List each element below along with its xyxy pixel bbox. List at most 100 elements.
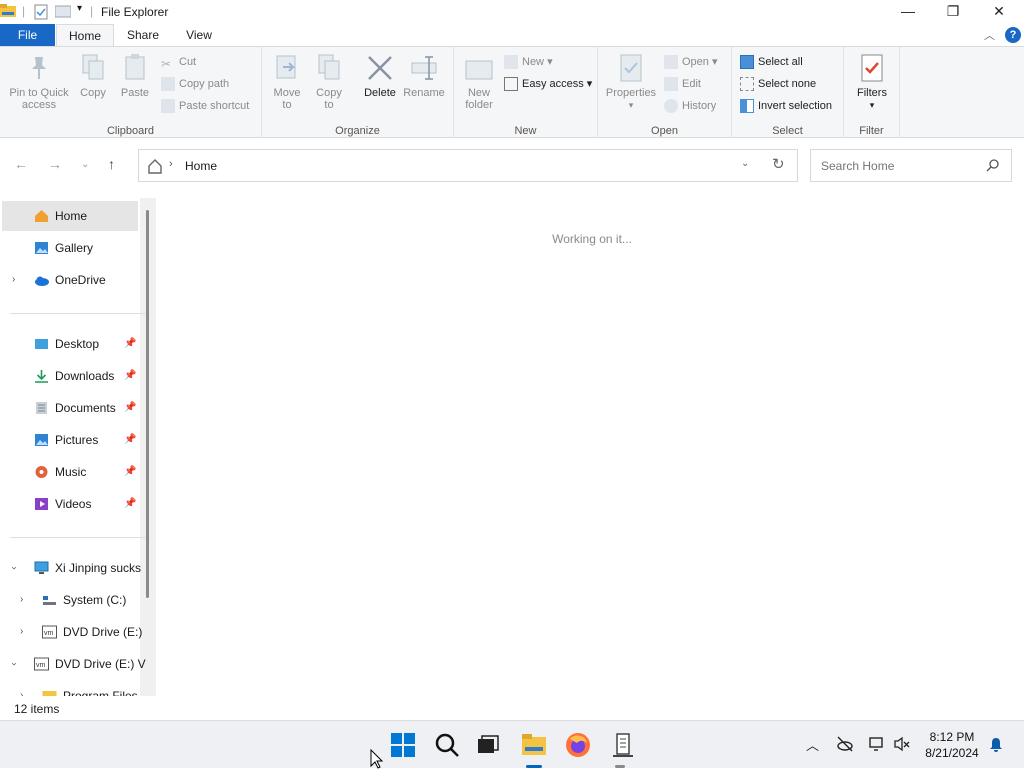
sidebar-item-desktop[interactable]: Desktop 📌 bbox=[2, 329, 138, 359]
notification-bell-icon[interactable] bbox=[988, 737, 1004, 753]
customize-quick-access-icon[interactable]: ▾ bbox=[77, 3, 82, 14]
move-to-button[interactable]: Move to bbox=[270, 53, 304, 111]
sidebar-item-label: Xi Jinping sucks bbox=[55, 561, 142, 575]
collapse-ribbon-icon[interactable]: ︿ bbox=[984, 27, 995, 43]
start-windows-icon[interactable] bbox=[389, 731, 417, 759]
expand-chevron-icon[interactable]: › bbox=[20, 617, 23, 647]
cut-button[interactable]: ✂ Cut bbox=[161, 53, 196, 71]
collapse-chevron-icon[interactable]: › bbox=[0, 566, 29, 569]
expand-chevron-icon[interactable]: › bbox=[20, 681, 23, 696]
new-item-button[interactable]: New ▾ bbox=[504, 53, 553, 71]
task-view-icon[interactable] bbox=[474, 731, 502, 759]
system-clock[interactable]: 8:12 PM 8/21/2024 bbox=[922, 729, 982, 761]
pin-icon[interactable]: 📌 bbox=[124, 361, 136, 391]
pin-icon[interactable]: 📌 bbox=[124, 425, 136, 455]
sidebar-item-pictures[interactable]: Pictures 📌 bbox=[2, 425, 138, 455]
sidebar-item-gallery[interactable]: Gallery bbox=[2, 233, 138, 263]
tab-view[interactable]: View bbox=[172, 24, 226, 46]
filters-dropdown-icon[interactable]: ▾ bbox=[850, 99, 894, 111]
restore-button[interactable]: ❐ bbox=[930, 0, 976, 24]
pin-icon[interactable]: 📌 bbox=[124, 489, 136, 519]
select-all-button[interactable]: Select all bbox=[740, 53, 803, 71]
sidebar-item-downloads[interactable]: Downloads 📌 bbox=[2, 361, 138, 391]
copy-to-button[interactable]: Copy to bbox=[312, 53, 346, 111]
network-icon[interactable] bbox=[868, 735, 886, 753]
sidebar-item-program-files[interactable]: › Program Files bbox=[2, 681, 138, 696]
new-folder-quick-icon[interactable] bbox=[54, 4, 72, 21]
sidebar-item-videos[interactable]: Videos 📌 bbox=[2, 489, 138, 519]
notepad-app-icon[interactable] bbox=[609, 731, 637, 759]
file-list-area[interactable]: Working on it... bbox=[156, 194, 1024, 696]
sidebar-item-label: Pictures bbox=[55, 433, 99, 447]
copy-label: Copy bbox=[80, 87, 106, 99]
search-input[interactable] bbox=[819, 158, 979, 174]
collapse-chevron-icon[interactable]: › bbox=[0, 662, 29, 665]
delete-label: Delete bbox=[364, 87, 396, 99]
expand-chevron-icon[interactable]: › bbox=[20, 585, 23, 615]
tab-share[interactable]: Share bbox=[116, 24, 170, 46]
tab-file[interactable]: File bbox=[0, 24, 55, 46]
organize-group: Move to Copy to Delete Rename Organize bbox=[262, 47, 454, 139]
rename-button[interactable]: Rename bbox=[402, 53, 446, 99]
title-bar: | ▾ | File Explorer — ❐ ✕ bbox=[0, 0, 1024, 24]
rename-label: Rename bbox=[403, 87, 445, 99]
history-button[interactable]: History bbox=[664, 97, 716, 115]
pin-icon[interactable]: 📌 bbox=[124, 393, 136, 423]
sidebar-item-this-pc[interactable]: › Xi Jinping sucks bbox=[0, 553, 142, 583]
sidebar-item-documents[interactable]: Documents 📌 bbox=[2, 393, 138, 423]
search-box[interactable] bbox=[810, 149, 1012, 182]
volume-muted-icon[interactable] bbox=[893, 735, 911, 753]
file-explorer-taskbar-icon[interactable] bbox=[520, 731, 548, 759]
properties-quick-icon[interactable] bbox=[34, 4, 48, 23]
tab-home[interactable]: Home bbox=[56, 24, 114, 47]
invert-selection-button[interactable]: Invert selection bbox=[740, 97, 832, 115]
recent-locations-icon[interactable]: ⌄ bbox=[81, 159, 89, 170]
close-button[interactable]: ✕ bbox=[976, 0, 1022, 24]
sidebar-scrollbar-thumb[interactable] bbox=[146, 210, 149, 598]
address-dropdown-icon[interactable]: ⌄ bbox=[741, 158, 749, 169]
sidebar-item-home[interactable]: Home bbox=[2, 201, 138, 231]
invert-selection-label: Invert selection bbox=[758, 100, 832, 112]
copy-button[interactable]: Copy bbox=[76, 53, 110, 99]
expand-chevron-icon[interactable]: › bbox=[12, 265, 15, 295]
firefox-icon[interactable] bbox=[564, 731, 592, 759]
sidebar-item-music[interactable]: Music 📌 bbox=[2, 457, 138, 487]
properties-dropdown-icon[interactable]: ▾ bbox=[604, 99, 658, 111]
up-arrow-icon[interactable]: ↑ bbox=[108, 156, 115, 172]
open-button[interactable]: Open ▾ bbox=[664, 53, 718, 71]
copy-path-label: Copy path bbox=[179, 78, 230, 90]
refresh-icon[interactable]: ↻ bbox=[772, 155, 785, 173]
copy-path-button[interactable]: Copy path bbox=[161, 75, 229, 93]
breadcrumb-chevron-icon[interactable]: › bbox=[169, 158, 173, 170]
file-explorer-app-icon[interactable] bbox=[0, 4, 16, 21]
easy-access-button[interactable]: Easy access ▾ bbox=[504, 75, 592, 93]
edit-icon bbox=[664, 77, 678, 92]
paste-shortcut-button[interactable]: Paste shortcut bbox=[161, 97, 249, 115]
select-none-button[interactable]: Select none bbox=[740, 75, 816, 93]
show-hidden-icons-chevron-icon[interactable]: ︿ bbox=[806, 735, 819, 754]
new-folder-button[interactable]: New folder bbox=[460, 53, 498, 111]
properties-button[interactable]: Properties ▾ bbox=[604, 53, 658, 111]
pin-to-quick-access-button[interactable]: Pin to Quick access bbox=[4, 53, 74, 111]
pin-icon[interactable]: 📌 bbox=[124, 329, 136, 359]
breadcrumb-home[interactable]: Home bbox=[185, 159, 217, 173]
search-icon[interactable] bbox=[433, 731, 461, 759]
forward-arrow-icon[interactable]: → bbox=[48, 156, 62, 172]
paste-button[interactable]: Paste bbox=[117, 53, 153, 99]
back-arrow-icon[interactable]: ← bbox=[14, 156, 28, 172]
sidebar-item-dvd-drive-v[interactable]: › vm DVD Drive (E:) V bbox=[0, 649, 146, 679]
help-icon[interactable]: ? bbox=[1005, 27, 1021, 43]
sidebar-item-system-c[interactable]: › System (C:) bbox=[2, 585, 138, 615]
filters-button[interactable]: Filters ▾ bbox=[850, 53, 894, 111]
pin-icon[interactable]: 📌 bbox=[124, 457, 136, 487]
search-icon[interactable] bbox=[986, 158, 1000, 172]
new-group-label: New bbox=[514, 125, 537, 137]
edit-button[interactable]: Edit bbox=[664, 75, 701, 93]
sidebar-item-dvd-drive[interactable]: › vm DVD Drive (E:) bbox=[2, 617, 142, 647]
minimize-button[interactable]: — bbox=[885, 0, 931, 24]
address-bar[interactable]: › Home ⌄ ↻ bbox=[138, 149, 798, 182]
delete-button[interactable]: Delete bbox=[360, 53, 400, 99]
onedrive-offline-icon[interactable] bbox=[836, 735, 854, 753]
sidebar-item-onedrive[interactable]: › OneDrive bbox=[2, 265, 138, 295]
move-to-label-1: Move bbox=[273, 87, 301, 99]
